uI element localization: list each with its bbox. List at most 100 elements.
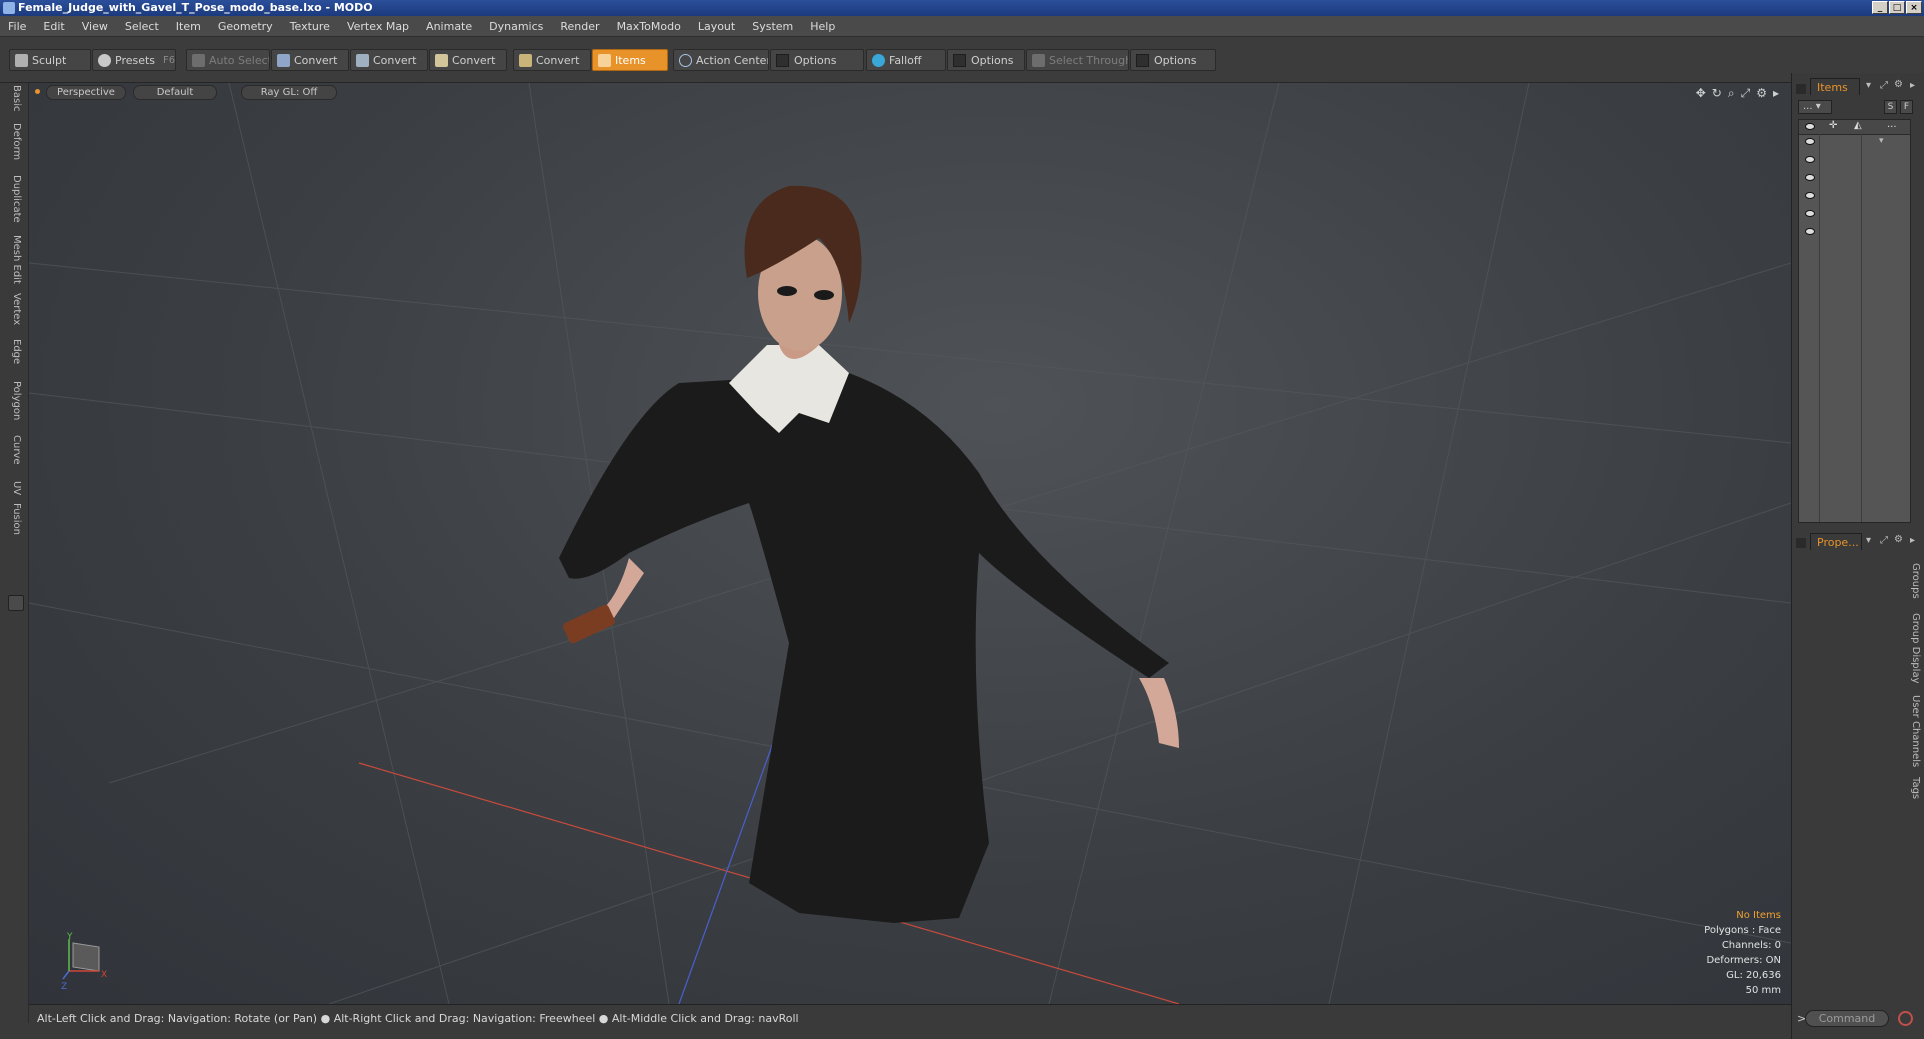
gear-icon[interactable]: ⚙: [1894, 534, 1903, 545]
s-button[interactable]: S: [1884, 100, 1897, 114]
vertices-icon: [277, 53, 290, 67]
maximize-icon[interactable]: ⤢: [1880, 535, 1888, 546]
menu-vertex-map[interactable]: Vertex Map: [347, 20, 409, 33]
options-checkbox[interactable]: [776, 53, 789, 67]
right-eye: [814, 290, 834, 300]
menu-select[interactable]: Select: [125, 20, 159, 33]
expand-arrow-icon[interactable]: ▸: [1910, 535, 1915, 546]
gavel: [563, 604, 615, 644]
tab-deform[interactable]: Deform: [8, 123, 22, 160]
item-list-dropdown[interactable]: ... ▾: [1798, 100, 1832, 114]
f-button[interactable]: F: [1900, 100, 1913, 114]
action-center-icon: [679, 53, 692, 67]
menu-render[interactable]: Render: [560, 20, 599, 33]
visibility-eye-icon[interactable]: [1805, 210, 1815, 217]
window-title: Female_Judge_with_Gavel_T_Pose_modo_base…: [18, 1, 373, 14]
axis-x-label: X: [101, 970, 107, 980]
visibility-eye-icon[interactable]: [1805, 228, 1815, 235]
maximize-button[interactable]: □: [1889, 1, 1905, 14]
tab-properties[interactable]: Prope...: [1810, 533, 1862, 550]
close-button[interactable]: ×: [1906, 1, 1922, 14]
auto-select-button[interactable]: Auto Select: [186, 49, 270, 71]
rotate-icon[interactable]: ↻: [1712, 86, 1722, 101]
menu-texture[interactable]: Texture: [290, 20, 330, 33]
visibility-eye-icon[interactable]: [1805, 192, 1815, 199]
menu-geometry[interactable]: Geometry: [218, 20, 273, 33]
falloff-button[interactable]: Falloff: [866, 49, 946, 71]
minimize-button[interactable]: _: [1872, 1, 1888, 14]
tab-groups[interactable]: Groups: [1910, 563, 1921, 599]
zoom-icon[interactable]: ⌕: [1728, 86, 1735, 101]
pan-icon[interactable]: ✥: [1696, 86, 1706, 101]
gear-icon[interactable]: ⚙: [1756, 86, 1767, 101]
action-center-options-button[interactable]: Options: [770, 49, 864, 71]
right-hand: [604, 558, 644, 618]
tab-uv[interactable]: UV: [8, 481, 22, 495]
viewport-menu-dot[interactable]: [35, 89, 40, 94]
menu-maxtomodo[interactable]: MaxToModo: [617, 20, 681, 33]
convert-edges-button[interactable]: Convert: [350, 49, 428, 71]
chevron-down-icon[interactable]: ▾: [1866, 535, 1871, 546]
tab-mesh-edit[interactable]: Mesh Edit: [8, 235, 22, 284]
axis-y-label: Y: [66, 932, 73, 942]
chevron-down-icon[interactable]: ▾: [1866, 80, 1871, 91]
lock-column-icon[interactable]: ✛: [1829, 120, 1837, 131]
tab-duplicate[interactable]: Duplicate: [8, 175, 22, 223]
type-column-icon[interactable]: ◭: [1854, 120, 1862, 131]
view-type-dropdown[interactable]: Perspective: [46, 85, 126, 100]
fit-icon[interactable]: ⤢: [1741, 86, 1751, 101]
select-through-options-button[interactable]: Options: [1130, 49, 1216, 71]
select-through-button[interactable]: Select Through: [1026, 49, 1129, 71]
properties-menu-button[interactable]: [1796, 538, 1806, 548]
tool-pin-button[interactable]: [8, 595, 24, 611]
menu-dynamics[interactable]: Dynamics: [489, 20, 543, 33]
materials-icon: [519, 53, 532, 67]
items-mode-button[interactable]: Items: [592, 49, 668, 71]
falloff-options-button[interactable]: Options: [947, 49, 1025, 71]
tab-edge[interactable]: Edge: [8, 339, 22, 364]
raygl-toggle[interactable]: Ray GL: Off: [241, 85, 337, 100]
tab-user-channels[interactable]: User Channels: [1910, 695, 1921, 767]
3d-viewport[interactable]: Perspective Default Ray GL: Off ✥ ↻ ⌕ ⤢ …: [29, 83, 1791, 1004]
options-checkbox[interactable]: [1136, 53, 1149, 67]
presets-button[interactable]: Presets F6: [92, 49, 176, 71]
expand-triangle-icon[interactable]: ▾: [1879, 136, 1884, 146]
menu-help[interactable]: Help: [810, 20, 835, 33]
panel-menu-button[interactable]: [1796, 84, 1806, 94]
tab-curve[interactable]: Curve: [8, 435, 22, 465]
item-list[interactable]: ✛ ◭ ... ▾: [1798, 119, 1911, 523]
tab-fusion[interactable]: Fusion: [8, 503, 22, 535]
viewport-stats: No Items Polygons : Face Channels: 0 Def…: [1704, 908, 1781, 998]
tab-basic[interactable]: Basic: [8, 85, 22, 111]
convert-materials-button[interactable]: Convert: [513, 49, 591, 71]
menu-item[interactable]: Item: [176, 20, 201, 33]
convert-polygons-button[interactable]: Convert: [429, 49, 507, 71]
tab-polygon[interactable]: Polygon: [8, 381, 22, 420]
convert-vertices-button[interactable]: Convert: [271, 49, 349, 71]
menu-view[interactable]: View: [82, 20, 108, 33]
action-center-button[interactable]: Action Center: [673, 49, 769, 71]
maximize-icon[interactable]: ⤢: [1880, 80, 1888, 91]
expand-arrow-icon[interactable]: ▸: [1773, 86, 1779, 101]
more-columns-button[interactable]: ...: [1887, 119, 1897, 130]
tab-items[interactable]: Items: [1810, 78, 1860, 95]
sculpt-button[interactable]: Sculpt: [9, 49, 91, 71]
menu-layout[interactable]: Layout: [698, 20, 735, 33]
menu-animate[interactable]: Animate: [426, 20, 472, 33]
expand-arrow-icon[interactable]: ▸: [1910, 80, 1915, 91]
visibility-eye-icon[interactable]: [1805, 156, 1815, 163]
record-macro-icon[interactable]: [1898, 1011, 1913, 1026]
command-input[interactable]: Command: [1805, 1010, 1889, 1027]
gear-icon[interactable]: ⚙: [1894, 79, 1903, 90]
visibility-eye-icon[interactable]: [1805, 138, 1815, 145]
tab-group-display[interactable]: Group Display: [1910, 613, 1921, 683]
menu-edit[interactable]: Edit: [43, 20, 64, 33]
visibility-column-icon[interactable]: [1805, 123, 1815, 130]
menu-file[interactable]: File: [8, 20, 26, 33]
menu-system[interactable]: System: [752, 20, 793, 33]
shading-dropdown[interactable]: Default: [133, 85, 217, 100]
options-checkbox[interactable]: [953, 53, 966, 67]
tab-tags[interactable]: Tags: [1910, 777, 1921, 799]
visibility-eye-icon[interactable]: [1805, 174, 1815, 181]
tab-vertex[interactable]: Vertex: [8, 293, 22, 325]
